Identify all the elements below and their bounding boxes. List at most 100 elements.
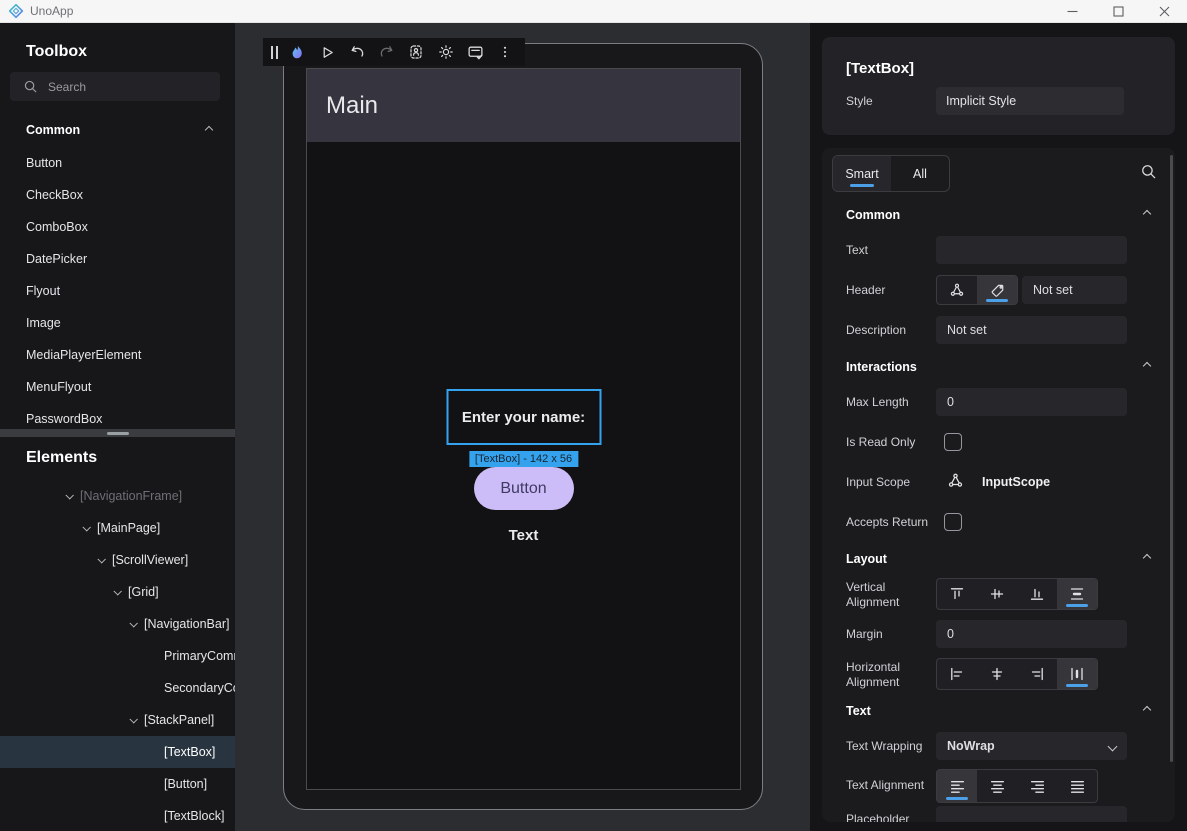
text-wrapping-dropdown[interactable]: NoWrap (936, 732, 1127, 760)
text-align-center-icon[interactable] (977, 770, 1017, 802)
text-alignment-group (936, 769, 1098, 803)
section-text[interactable]: Text (846, 704, 871, 718)
uno-logo-icon (8, 3, 24, 19)
active-valign-underline (1066, 604, 1088, 607)
maximize-button[interactable] (1095, 0, 1141, 23)
hot-reload-flame-icon[interactable] (286, 40, 310, 64)
text-label: Text (846, 243, 930, 258)
theme-toggle-icon[interactable] (434, 40, 458, 64)
toolbox-item-button[interactable]: Button (0, 147, 235, 179)
toolbox-item-flyout[interactable]: Flyout (0, 275, 235, 307)
chevron-up-icon[interactable] (1143, 706, 1151, 714)
halign-right-icon[interactable] (1017, 659, 1057, 689)
chevron-up-icon[interactable] (205, 126, 213, 134)
toolbox-section-common[interactable]: Common (26, 123, 80, 137)
toolbox-item-datepicker[interactable]: DatePicker (0, 243, 235, 275)
form-factor-icon[interactable] (464, 40, 488, 64)
tree-item-stackpanel[interactable]: [StackPanel] (0, 704, 235, 736)
selected-textbox[interactable]: Enter your name: (446, 389, 601, 445)
splitter-grip[interactable] (107, 432, 129, 435)
tree-item-button[interactable]: [Button] (0, 768, 235, 800)
text-align-justify-icon[interactable] (1057, 770, 1097, 802)
properties-search-icon[interactable] (1140, 163, 1157, 180)
section-interactions[interactable]: Interactions (846, 360, 917, 374)
toolbox-search-input[interactable]: Search (10, 72, 220, 101)
elements-title: Elements (26, 449, 97, 467)
toolbox-item-image[interactable]: Image (0, 307, 235, 339)
undo-icon[interactable] (345, 40, 369, 64)
binding-icon[interactable] (948, 473, 963, 488)
chevron-down-icon (1108, 742, 1118, 752)
valign-top-icon[interactable] (937, 579, 977, 609)
tab-smart[interactable]: Smart (833, 156, 891, 191)
chevron-down-icon[interactable] (113, 587, 121, 595)
toolbox-item-mediaplayerelement[interactable]: MediaPlayerElement (0, 339, 235, 371)
chevron-up-icon[interactable] (1143, 362, 1151, 370)
preview-textblock[interactable]: Text (509, 527, 539, 544)
is-read-only-checkbox[interactable] (944, 433, 962, 451)
halign-center-icon[interactable] (977, 659, 1017, 689)
vertical-alignment-label: Vertical Alignment (846, 580, 930, 610)
tree-item-grid[interactable]: [Grid] (0, 576, 235, 608)
header-mode-toggle (936, 275, 1018, 305)
valign-stretch-icon[interactable] (1057, 579, 1097, 609)
element-picker-icon[interactable] (405, 40, 429, 64)
app-window: UnoApp Toolbox Search Common But (0, 0, 1187, 831)
text-align-left-icon[interactable] (937, 770, 977, 802)
redo-icon[interactable] (375, 40, 399, 64)
style-label: Style (846, 94, 873, 108)
close-button[interactable] (1141, 0, 1187, 23)
play-icon[interactable] (316, 40, 340, 64)
tree-item-secondarycommands[interactable]: SecondaryCo (0, 672, 235, 704)
minimize-button[interactable] (1049, 0, 1095, 23)
chevron-up-icon[interactable] (1143, 210, 1151, 218)
tree-item-primarycommands[interactable]: PrimaryComm (0, 640, 235, 672)
active-text-align-underline (946, 797, 968, 800)
margin-field[interactable]: 0 (936, 620, 1127, 648)
section-layout[interactable]: Layout (846, 552, 887, 566)
binding-icon[interactable] (937, 276, 977, 304)
valign-bottom-icon[interactable] (1017, 579, 1057, 609)
inspector-scrollbar[interactable] (1170, 155, 1173, 762)
chevron-down-icon[interactable] (82, 523, 90, 531)
text-align-right-icon[interactable] (1017, 770, 1057, 802)
properties-inspector: [TextBox] Style Implicit Style Smart All (810, 23, 1187, 831)
halign-left-icon[interactable] (937, 659, 977, 689)
header-label: Header (846, 283, 930, 298)
description-field[interactable]: Not set (936, 316, 1127, 344)
drag-handle-icon[interactable] (271, 46, 278, 59)
accepts-return-checkbox[interactable] (944, 513, 962, 531)
properties-card: Smart All Common Text Header (822, 148, 1175, 822)
tree-item-textbox-selected[interactable]: [TextBox] (0, 736, 235, 768)
header-field[interactable]: Not set (1022, 276, 1127, 304)
tree-item-navigationframe[interactable]: [NavigationFrame] (0, 480, 235, 512)
toolbox-item-checkbox[interactable]: CheckBox (0, 179, 235, 211)
tree-item-mainpage[interactable]: [MainPage] (0, 512, 235, 544)
input-scope-value[interactable]: InputScope (982, 475, 1050, 489)
chevron-down-icon[interactable] (129, 619, 137, 627)
tree-item-textblock[interactable]: [TextBlock] (0, 800, 235, 831)
tag-icon[interactable] (977, 276, 1017, 304)
toolbox-item-menuflyout[interactable]: MenuFlyout (0, 371, 235, 403)
preview-button[interactable]: Button (474, 467, 574, 510)
left-sidebar: Toolbox Search Common Button CheckBox Co… (0, 23, 235, 831)
chevron-down-icon[interactable] (97, 555, 105, 563)
tree-item-scrollviewer[interactable]: [ScrollViewer] (0, 544, 235, 576)
page-title: Main (326, 92, 378, 120)
tree-item-navigationbar[interactable]: [NavigationBar] (0, 608, 235, 640)
placeholder-field[interactable] (936, 806, 1127, 822)
halign-stretch-icon[interactable] (1057, 659, 1097, 689)
chevron-down-icon[interactable] (65, 491, 73, 499)
chevron-down-icon[interactable] (129, 715, 137, 723)
valign-center-icon[interactable] (977, 579, 1017, 609)
more-icon[interactable] (493, 40, 517, 64)
section-common[interactable]: Common (846, 208, 900, 222)
max-length-field[interactable]: 0 (936, 388, 1127, 416)
style-field[interactable]: Implicit Style (936, 87, 1124, 115)
tab-all[interactable]: All (891, 156, 949, 191)
chevron-up-icon[interactable] (1143, 554, 1151, 562)
toolbox-item-combobox[interactable]: ComboBox (0, 211, 235, 243)
panel-splitter[interactable] (0, 429, 235, 437)
text-field[interactable] (936, 236, 1127, 264)
active-halign-underline (1066, 684, 1088, 687)
